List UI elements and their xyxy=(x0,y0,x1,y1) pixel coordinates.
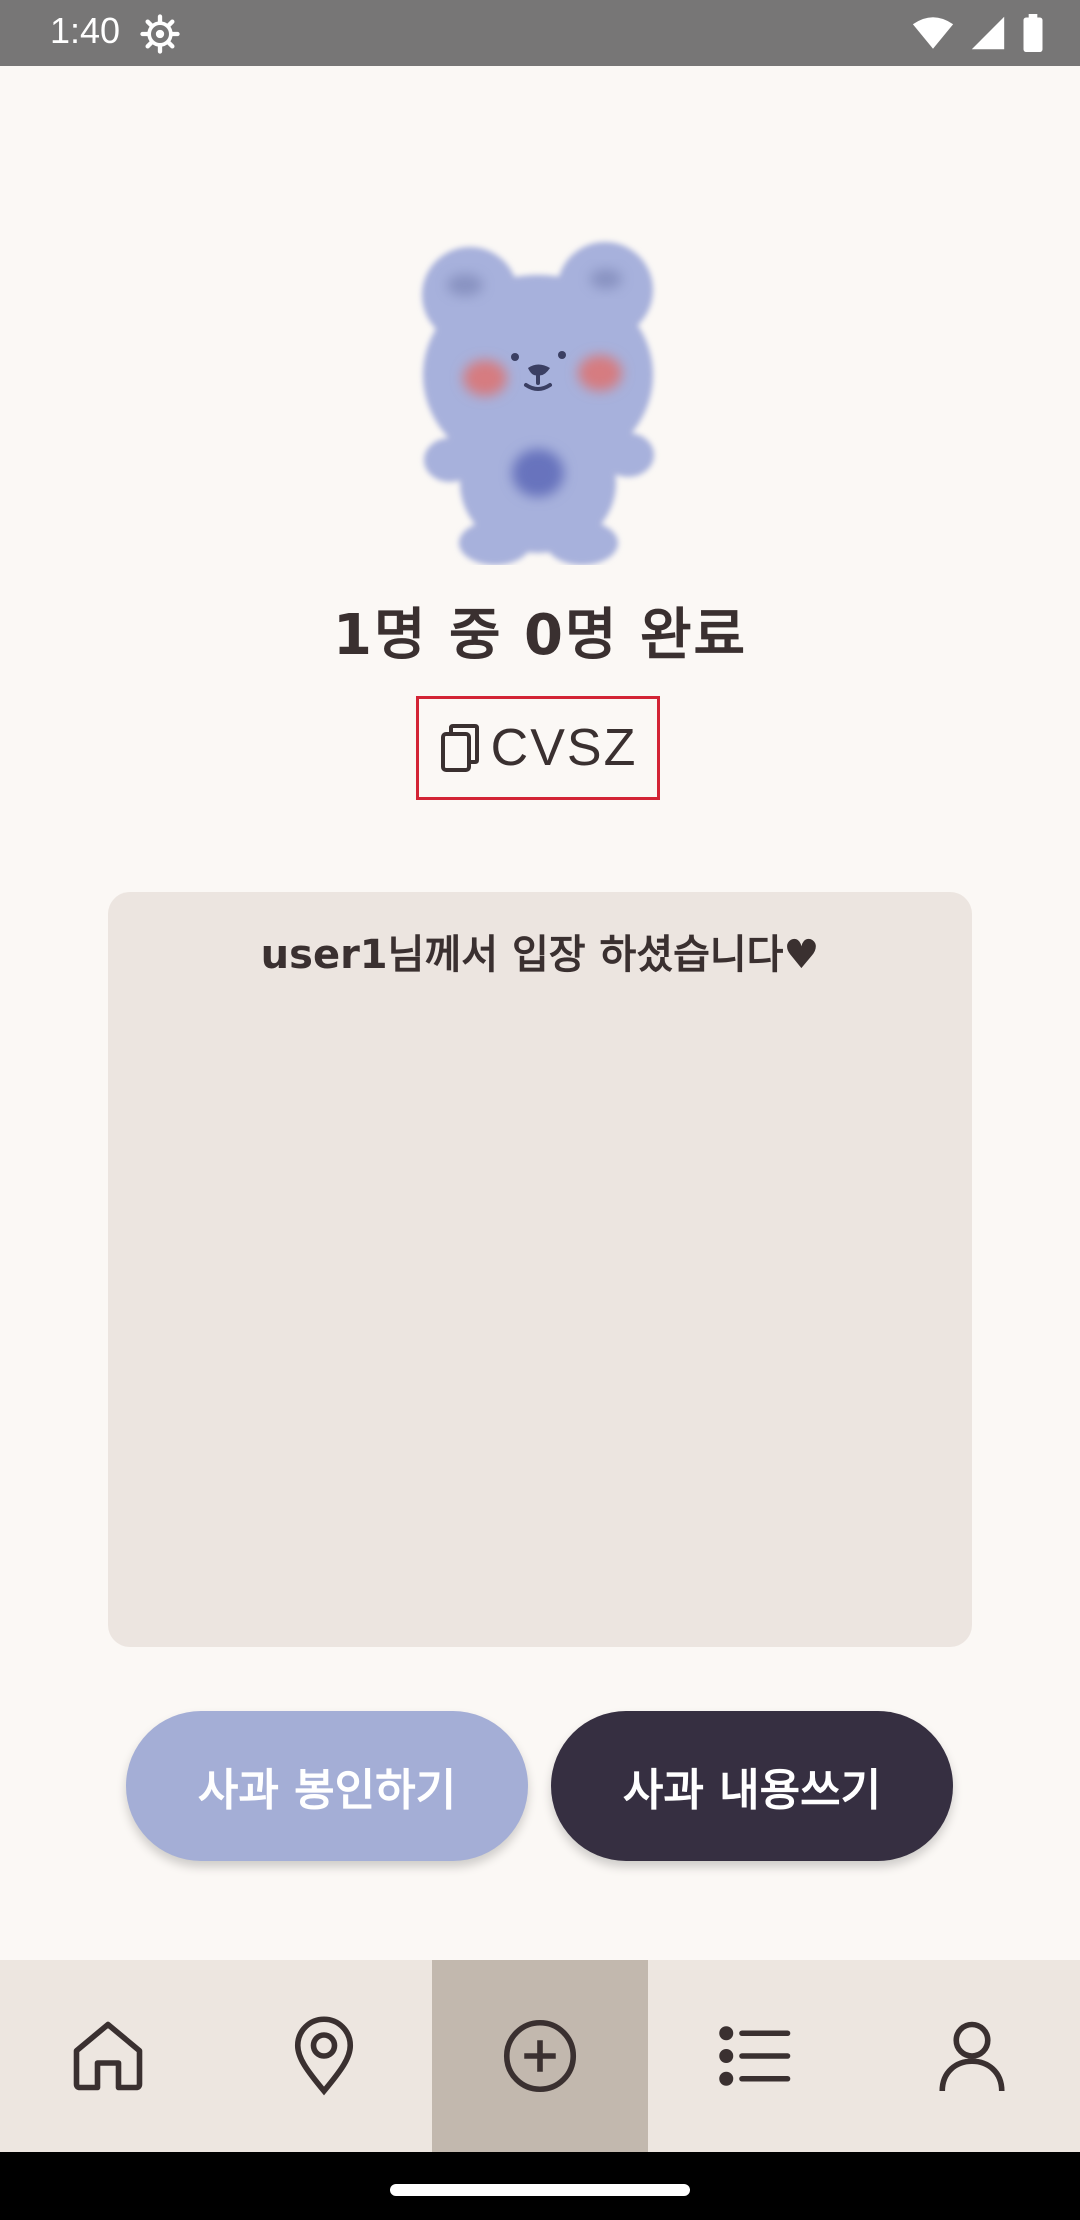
add-circle-icon xyxy=(503,2019,577,2093)
cellular-signal-icon xyxy=(971,16,1005,50)
wifi-icon xyxy=(912,17,954,49)
home-icon xyxy=(73,2021,143,2091)
completion-progress-text: 1명 중 0명 완료 xyxy=(332,603,748,668)
bottom-navigation xyxy=(0,1960,1080,2152)
copy-icon xyxy=(440,724,479,772)
room-code: CVSZ xyxy=(490,719,638,777)
nav-item-home[interactable] xyxy=(0,1960,216,2152)
room-code-copy-button[interactable]: CVSZ xyxy=(416,696,660,800)
status-bar: 1:40 xyxy=(0,0,1080,66)
nav-item-location[interactable] xyxy=(216,1960,432,2152)
home-gesture-handle[interactable] xyxy=(390,2184,690,2196)
profile-icon xyxy=(939,2021,1005,2092)
write-apology-button[interactable]: 사과 내용쓰기 xyxy=(551,1711,953,1861)
location-pin-icon xyxy=(294,2016,354,2096)
participant-log-box: user1님께서 입장 하셨습니다♥ xyxy=(108,892,972,1647)
nav-item-list[interactable] xyxy=(648,1960,864,2152)
list-icon xyxy=(719,2026,791,2086)
battery-icon xyxy=(1023,14,1043,52)
bear-mascot-illustration xyxy=(422,242,654,565)
nav-item-profile[interactable] xyxy=(864,1960,1080,2152)
log-message: user1님께서 입장 하셨습니다♥ xyxy=(260,932,820,978)
status-time: 1:40 xyxy=(50,10,121,51)
seal-apology-button[interactable]: 사과 봉인하기 xyxy=(126,1711,528,1861)
settings-gear-icon xyxy=(140,14,180,54)
nav-item-create[interactable] xyxy=(432,1960,648,2152)
